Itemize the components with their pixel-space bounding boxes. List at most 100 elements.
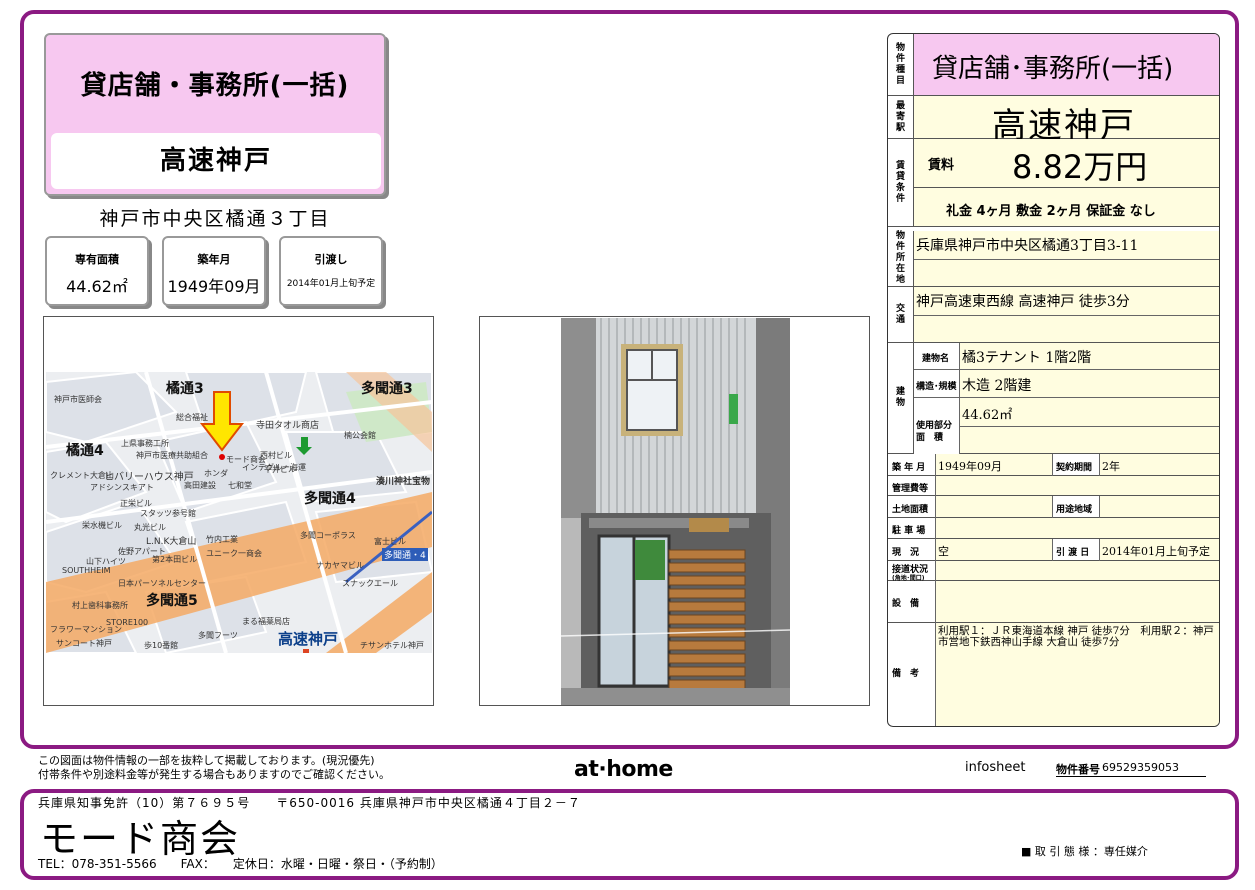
map-label-tamon4: 多聞通4 bbox=[304, 491, 356, 507]
handover-date-label: 引 渡 日 bbox=[1056, 548, 1090, 558]
rent-value: 8.82万円 bbox=[1012, 148, 1148, 186]
map-poi: スナックエール bbox=[342, 579, 398, 588]
structure-value: 木造 2階建 bbox=[962, 378, 1032, 394]
area-value: 44.62㎡ bbox=[66, 277, 128, 296]
structure-label: 構造･規模 bbox=[916, 382, 957, 392]
built-box: 築年月 1949年09月 bbox=[162, 236, 266, 306]
map-poi: 多聞コーポラス bbox=[300, 531, 356, 540]
map-label-tamon3: 多聞通3 bbox=[361, 381, 413, 397]
infosheet-label: infosheet bbox=[965, 760, 1026, 775]
built-label: 築年月 bbox=[197, 253, 231, 266]
status-cell bbox=[936, 539, 1052, 560]
usage-label-2: 面 積 bbox=[916, 433, 944, 443]
athome-logo: at·home bbox=[574, 757, 673, 782]
address-short: 神戸市中央区橘通３丁目 bbox=[99, 208, 331, 230]
status-label: 現 況 bbox=[892, 548, 920, 558]
parking-cell bbox=[936, 518, 1219, 538]
building-photo-graphic bbox=[561, 318, 790, 705]
handover-label: 引渡し bbox=[314, 253, 348, 266]
photo-panel bbox=[479, 316, 870, 706]
fees-value: 礼金 4ヶ月 敷金 2ヶ月 保証金 なし bbox=[946, 204, 1156, 219]
map-poi: 七和堂 bbox=[228, 481, 252, 490]
land-label: 土地面積 bbox=[892, 505, 929, 515]
map-label-kosoku-kobe: 高速神戸 bbox=[278, 630, 339, 648]
map-poi: ホンダ bbox=[204, 469, 228, 478]
property-number-underline bbox=[1056, 776, 1206, 777]
map-poi: 富士ビル bbox=[374, 537, 406, 546]
building-label: 建物 bbox=[888, 343, 914, 454]
map-poi: 村上歯科事務所 bbox=[72, 601, 128, 610]
map-poi: 栄水機ビル bbox=[82, 521, 122, 530]
status-value: 空 bbox=[938, 545, 949, 558]
transport-value: 神戸高速東西線 高速神戸 徒歩3分 bbox=[916, 294, 1130, 310]
area-box: 専有面積 44.62㎡ bbox=[45, 236, 149, 306]
area-label: 専有面積 bbox=[75, 253, 119, 266]
map-panel: 橘通3 多聞通3 橘通4 多聞通4 多聞通5 高速神戸 湊川神社宝物 多聞通・4… bbox=[43, 316, 434, 706]
building-photo[interactable] bbox=[561, 318, 790, 705]
property-type-title: 貸店舗・事務所(一括) bbox=[80, 71, 350, 101]
usage-value: 44.62㎡ bbox=[962, 408, 1013, 423]
zoning-cell bbox=[1100, 496, 1219, 517]
spec-table: 物件種目 貸店舗･事務所(一括) 最寄駅 高速神戸 賃貸条件 賃料 8.82万円… bbox=[887, 33, 1220, 727]
map-poi: 高田建設 bbox=[184, 481, 216, 490]
equipment-cell bbox=[936, 581, 1219, 622]
contract-label: 契約期間 bbox=[1056, 463, 1093, 473]
map-label-tamon5: 多聞通5 bbox=[146, 593, 198, 609]
land-cell bbox=[936, 496, 1052, 517]
map-label-tachibana3: 橘通3 bbox=[166, 381, 204, 397]
map-poi: ヒバリーハウス神戸 bbox=[104, 472, 194, 483]
station-title: 高速神戸 bbox=[51, 133, 381, 189]
disclaimer: この図面は物件情報の一部を抜粋して掲載しております。(現況優先) 付帯条件や別途… bbox=[38, 754, 390, 782]
map-label-tachibana4: 橘通4 bbox=[66, 443, 104, 459]
deal-type: ■ 取 引 態 様 ：専任媒介 bbox=[1021, 845, 1148, 858]
map-label-minatogawa: 湊川神社宝物 bbox=[376, 477, 431, 487]
map-label-terada: 寺田タオル商店 bbox=[256, 421, 320, 431]
map-label-nanko-kaikan: 楠公会館 bbox=[344, 431, 376, 440]
equipment-label: 設 備 bbox=[892, 599, 920, 609]
map-poi: 日本パーソネルセンター bbox=[118, 579, 206, 588]
map-poi: フラワーマンション bbox=[50, 625, 122, 634]
location-value: 兵庫県神戸市中央区橘通3丁目3-11 bbox=[916, 238, 1139, 254]
parking-label: 駐 車 場 bbox=[892, 526, 926, 536]
map-label-tamon-dori-4: 多聞通・4 bbox=[382, 548, 428, 561]
handover-date-value: 2014年01月上旬予定 bbox=[1102, 545, 1210, 558]
map-poi: チサンホテル神戸 bbox=[360, 641, 424, 650]
rent-caption: 賃料 bbox=[928, 158, 955, 173]
zoning-label: 用途地域 bbox=[1056, 505, 1093, 515]
map-poi: 神戸市医師会 bbox=[54, 395, 102, 404]
mgmt-label: 管理費等 bbox=[892, 484, 929, 494]
station-label: 最寄駅 bbox=[888, 96, 914, 139]
map-poi: 多聞フーツ bbox=[198, 631, 238, 640]
map-poi: 西村ビル bbox=[260, 451, 292, 460]
notes-label: 備 考 bbox=[892, 669, 920, 679]
built-value: 1949年09月 bbox=[167, 277, 261, 296]
contract-value: 2年 bbox=[1102, 460, 1120, 473]
map-poi: 第2本田ビル bbox=[152, 555, 198, 564]
property-number-value: 69529359053 bbox=[1102, 761, 1179, 774]
built-row-value: 1949年09月 bbox=[938, 460, 1002, 473]
access-cell bbox=[936, 561, 1219, 580]
contact-info: TEL：078-351-5566 FAX： 定休日：水曜・日曜・祭日・（予約制） bbox=[38, 857, 443, 871]
map-poi: 総合福祉 bbox=[176, 413, 208, 422]
type-value: 貸店舗･事務所(一括) bbox=[932, 54, 1174, 84]
map-poi: 丸光ビル bbox=[134, 523, 166, 532]
mgmt-cell bbox=[936, 476, 1219, 495]
notes-value: 利用駅１：ＪＲ東海道本線 神戸 徒歩7分 利用駅２：神戸市営地下鉄西神山手線 大… bbox=[938, 625, 1214, 648]
map-poi: サンコート神戸 bbox=[56, 639, 112, 648]
map-poi: アドシンスキアト bbox=[90, 483, 154, 492]
handover-value: 2014年01月上旬予定 bbox=[286, 279, 376, 289]
location-label: 物件所在地 bbox=[888, 231, 914, 287]
map-poi: SOUTHHEIM bbox=[62, 566, 111, 575]
title-card: 貸店舗・事務所(一括) 高速神戸 bbox=[44, 33, 386, 196]
map-poi: 竹内工業 bbox=[206, 535, 238, 544]
location-map[interactable]: 橘通3 多聞通3 橘通4 多聞通4 多聞通5 高速神戸 湊川神社宝物 多聞通・4… bbox=[46, 372, 432, 653]
disclaimer-line-1: この図面は物件情報の一部を抜粋して掲載しております。(現況優先) bbox=[38, 754, 375, 767]
type-label: 物件種目 bbox=[888, 34, 914, 96]
map-poi: ナカヤマビル bbox=[316, 561, 364, 570]
map-poi: 歩10番館 bbox=[144, 641, 179, 650]
building-name-label: 建物名 bbox=[922, 354, 950, 364]
map-poi: 上県事務工所 bbox=[121, 439, 169, 448]
rent-label: 賃貸条件 bbox=[888, 139, 914, 227]
map-poi: まる福薬局店 bbox=[242, 617, 290, 626]
transport-label: 交通 bbox=[888, 287, 914, 343]
